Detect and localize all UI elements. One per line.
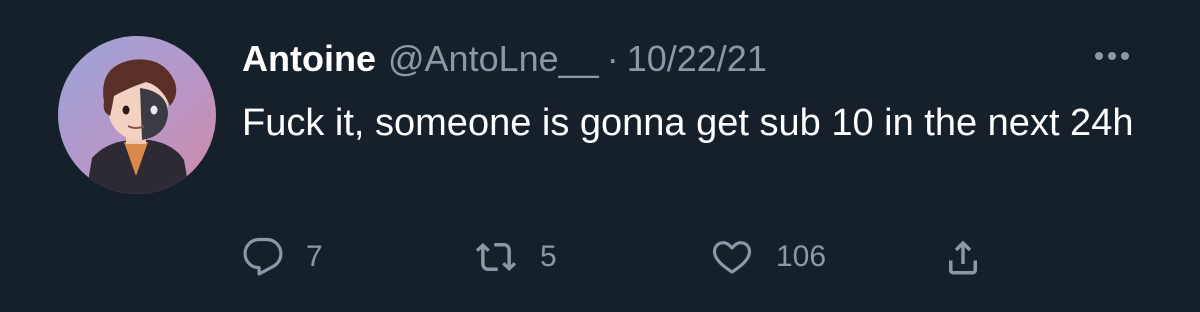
separator-dot: · (606, 38, 619, 79)
tweet-header: Antoine @AntoLne__ · 10/22/21 (242, 34, 767, 84)
like-button[interactable]: 106 (710, 232, 826, 282)
retweet-icon (474, 236, 518, 278)
reply-icon (242, 236, 284, 278)
like-count: 106 (776, 240, 827, 273)
share-button[interactable] (942, 232, 984, 282)
share-icon (942, 236, 984, 278)
heart-icon (710, 236, 754, 278)
retweet-count: 5 (540, 240, 557, 273)
more-options-button[interactable] (1094, 44, 1130, 68)
tweet-actions: 7 5 106 (242, 232, 1002, 282)
tweet-text: Fuck it, someone is gonna get sub 10 in … (242, 102, 1134, 144)
author-name[interactable]: Antoine (242, 34, 376, 84)
avatar[interactable] (58, 36, 216, 194)
tweet-date[interactable]: 10/22/21 (627, 34, 767, 84)
more-options-icon (1095, 52, 1129, 60)
retweet-button[interactable]: 5 (474, 232, 557, 282)
tweet[interactable]: Antoine @AntoLne__ · 10/22/21 Fuck it, s… (0, 0, 1200, 312)
reply-count: 7 (306, 240, 323, 273)
reply-button[interactable]: 7 (242, 232, 323, 282)
author-handle[interactable]: @AntoLne__ (388, 34, 599, 84)
avatar-image (86, 59, 190, 194)
